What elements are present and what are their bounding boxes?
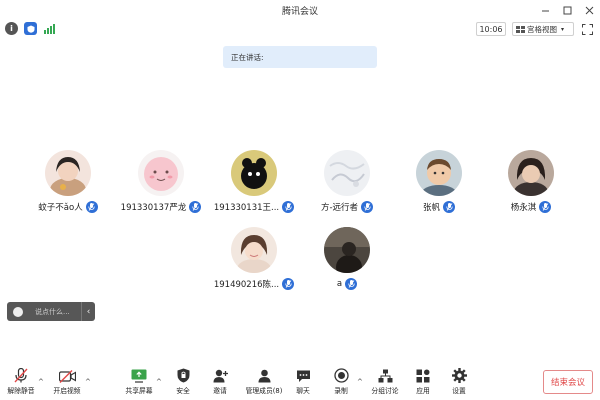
participant-name: 张帆: [422, 203, 440, 213]
end-meeting-button[interactable]: 结束会议: [543, 370, 593, 394]
manage-members-label: 管理成员(8): [245, 387, 283, 395]
breakout-rooms-label: 分组讨论: [371, 387, 399, 395]
participant-tile[interactable]: a: [292, 227, 402, 291]
avatar: [324, 227, 370, 273]
participant-name: 杨永淇: [510, 203, 537, 213]
avatar: [416, 150, 462, 196]
audio-options-caret[interactable]: ^: [38, 378, 44, 386]
record-button[interactable]: 录制: [324, 364, 358, 398]
avatar: [231, 227, 277, 273]
participant-name: 191330131王...: [213, 203, 280, 213]
close-button[interactable]: [578, 0, 600, 20]
signal-strength-icon[interactable]: [43, 22, 56, 35]
members-icon: [258, 369, 270, 383]
participant-name: 191330137严龙: [120, 203, 187, 213]
invite-button[interactable]: 邀请: [203, 364, 237, 398]
apps-button[interactable]: 应用: [406, 364, 440, 398]
share-screen-label: 共享屏幕: [125, 387, 153, 395]
security-label: 安全: [176, 387, 190, 395]
start-video-label: 开启视频: [53, 387, 81, 395]
meeting-toolbar: 解除静音 ^ 开启视频 ^ 共享屏幕 ^ 安全 邀请 管理成员(8) 聊天 录制…: [0, 364, 600, 400]
avatar: [324, 150, 370, 196]
fullscreen-button[interactable]: [580, 22, 594, 36]
microphone-muted-icon: [14, 368, 28, 383]
avatar: [231, 150, 277, 196]
apps-grid-icon: [416, 369, 430, 383]
chat-placeholder: 说点什么...: [35, 307, 70, 316]
view-mode-dropdown[interactable]: 宫格视图 ▾: [512, 22, 574, 36]
breakout-groups-icon: [378, 369, 392, 383]
speaking-label: 正在讲话:: [231, 52, 264, 62]
maximize-button[interactable]: [556, 0, 578, 20]
info-icon[interactable]: i: [5, 22, 18, 35]
fullscreen-icon: [581, 23, 593, 35]
title-bar: 腾讯会议: [0, 0, 600, 20]
maximize-icon: [563, 6, 571, 14]
collapse-chat-button[interactable]: ‹: [81, 302, 95, 321]
breakout-rooms-button[interactable]: 分组讨论: [366, 364, 404, 398]
meeting-status-bar: i 10:06 宫格视图 ▾: [0, 20, 600, 38]
record-options-caret[interactable]: ^: [357, 378, 363, 386]
share-screen-icon: [131, 369, 147, 383]
avatar: [45, 150, 91, 196]
microphone-icon: [539, 201, 552, 213]
participant-name: 方-远行者: [320, 203, 359, 213]
grid-view-icon: [516, 25, 525, 33]
minimize-button[interactable]: [534, 0, 556, 20]
microphone-icon: [85, 201, 98, 213]
record-label: 录制: [334, 387, 348, 395]
microphone-icon: [443, 201, 455, 213]
security-button[interactable]: 安全: [166, 364, 200, 398]
speaking-indicator: 正在讲话:: [223, 46, 377, 68]
participant-tile[interactable]: 杨永淇: [476, 150, 586, 214]
settings-button[interactable]: 设置: [442, 364, 476, 398]
chat-button[interactable]: 聊天: [286, 364, 320, 398]
minimize-icon: [541, 10, 549, 11]
share-options-caret[interactable]: ^: [156, 378, 162, 386]
avatar: [508, 150, 554, 196]
avatar: [138, 150, 184, 196]
apps-label: 应用: [416, 387, 430, 395]
record-icon: [333, 368, 349, 383]
shield-icon[interactable]: [24, 22, 37, 35]
participant-name: 蚊子不ǎo人: [38, 203, 83, 213]
invite-label: 邀请: [213, 387, 227, 395]
unmute-label: 解除静音: [7, 387, 35, 395]
unmute-button[interactable]: 解除静音: [4, 364, 38, 398]
share-screen-button[interactable]: 共享屏幕: [122, 364, 156, 398]
participant-name: 191490216陈...: [213, 280, 280, 290]
start-video-button[interactable]: 开启视频: [50, 364, 84, 398]
manage-members-button[interactable]: 管理成员(8): [244, 364, 284, 398]
close-icon: [585, 6, 593, 14]
meeting-timer: 10:06: [476, 22, 506, 36]
settings-label: 设置: [452, 387, 466, 395]
chat-bubble-icon: [296, 370, 310, 382]
chevron-left-icon: ‹: [86, 306, 91, 317]
gear-icon: [451, 368, 467, 383]
invite-user-icon: [213, 369, 228, 383]
video-camera-off-icon: [58, 370, 76, 383]
security-shield-icon: [177, 368, 189, 383]
video-options-caret[interactable]: ^: [85, 378, 91, 386]
chat-label: 聊天: [296, 387, 310, 395]
view-mode-label: 宫格视图: [527, 24, 557, 34]
window-controls: [534, 0, 600, 20]
emoji-icon[interactable]: [13, 306, 23, 317]
window-title: 腾讯会议: [281, 6, 318, 17]
chat-input[interactable]: 说点什么... ‹: [7, 302, 95, 321]
participant-name: a: [336, 279, 343, 289]
chevron-down-icon: ▾: [561, 25, 565, 33]
microphone-icon: [361, 201, 374, 213]
microphone-icon: [345, 278, 358, 290]
